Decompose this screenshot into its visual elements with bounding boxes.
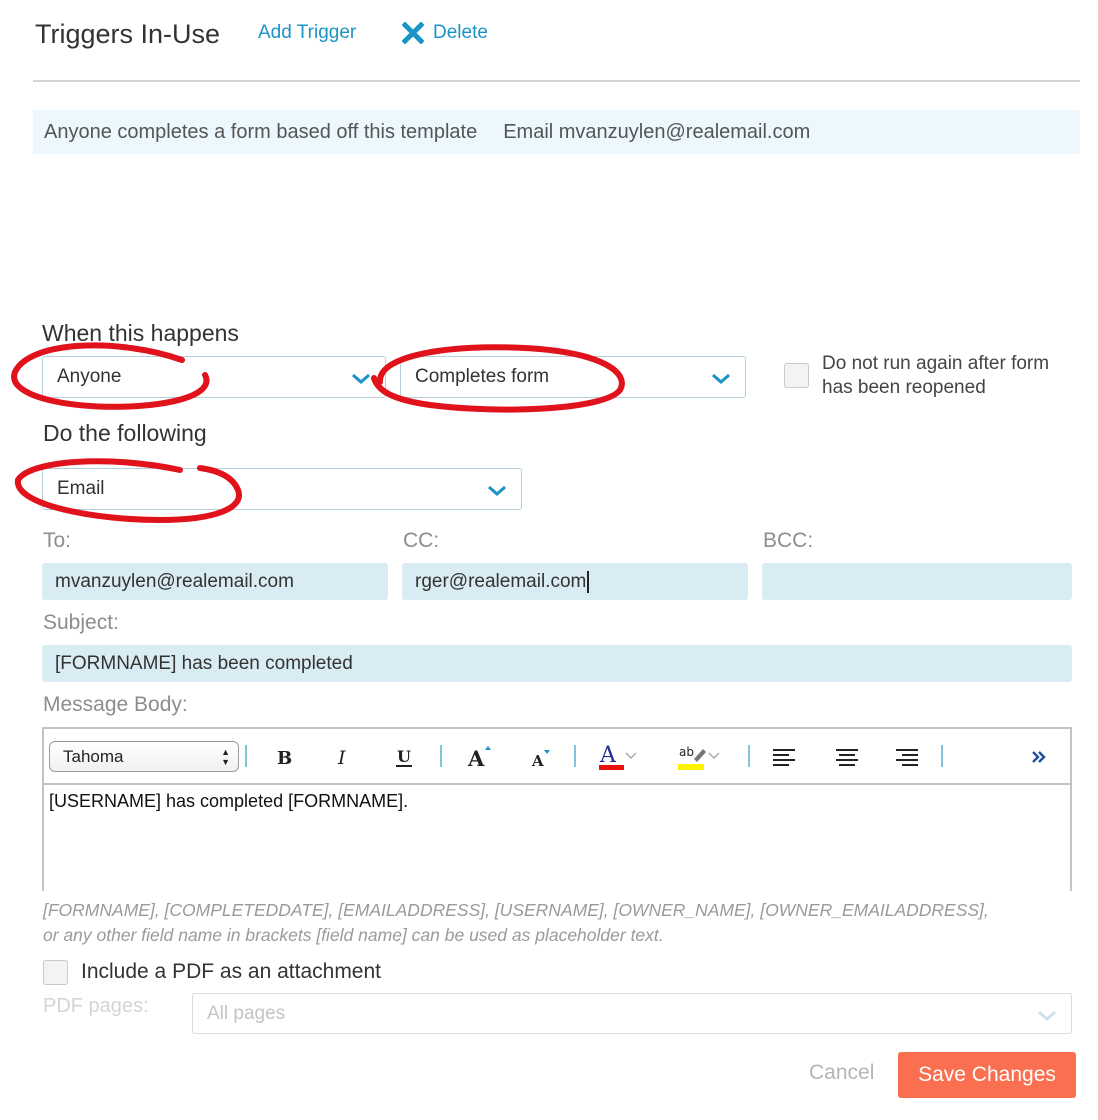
delete-link[interactable]: Delete: [402, 22, 488, 44]
toolbar-separator: [941, 745, 943, 767]
align-right-icon[interactable]: [892, 741, 922, 773]
who-value: Anyone: [57, 366, 122, 387]
svg-text:I: I: [337, 747, 346, 768]
include-pdf-checkbox[interactable]: [43, 960, 68, 985]
editor-toolbar: Tahoma ▲ ▼ B I U A A A ab: [44, 729, 1070, 785]
svg-text:A: A: [467, 746, 485, 770]
toolbar-separator: [245, 745, 247, 767]
trigger-action: Email mvanzuylen@realemail.com: [503, 120, 811, 143]
cc-input[interactable]: rger@realemail.com: [402, 563, 748, 600]
chevron-down-icon: [487, 482, 507, 504]
annotation-overlay: [11, 342, 625, 524]
font-family-select[interactable]: Tahoma ▲ ▼: [49, 741, 239, 772]
more-options-icon[interactable]: [1026, 741, 1052, 773]
add-trigger-label: Add Trigger: [258, 22, 357, 43]
message-body-label: Message Body:: [43, 693, 188, 716]
align-left-icon[interactable]: [769, 741, 799, 773]
updown-arrows-icon: ▲ ▼: [221, 747, 230, 767]
italic-icon[interactable]: I: [329, 741, 359, 773]
event-value: Completes form: [415, 366, 550, 387]
toolbar-separator: [748, 745, 750, 767]
subject-label: Subject:: [43, 611, 119, 634]
svg-text:U: U: [397, 747, 411, 766]
message-editor: Tahoma ▲ ▼ B I U A A A ab [USERNAME] has…: [42, 727, 1072, 891]
highlight-color-icon[interactable]: ab: [676, 741, 726, 773]
svg-text:A: A: [599, 743, 617, 768]
chevron-down-icon: [351, 370, 371, 392]
toolbar-separator: [574, 745, 576, 767]
pdf-pages-label: PDF pages:: [43, 995, 149, 1017]
action-select[interactable]: Email: [42, 468, 522, 510]
save-changes-button[interactable]: Save Changes: [898, 1052, 1076, 1098]
bold-icon[interactable]: B: [269, 741, 299, 773]
svg-text:A: A: [531, 752, 544, 770]
cc-label: CC:: [403, 529, 440, 552]
do-heading: Do the following: [43, 420, 207, 446]
toolbar-separator: [440, 745, 442, 767]
who-select[interactable]: Anyone: [42, 356, 386, 398]
underline-icon[interactable]: U: [389, 741, 419, 773]
placeholder-help-text: [FORMNAME], [COMPLETEDDATE], [EMAILADDRE…: [43, 900, 989, 945]
no-rerun-label: Do not run again after form has been reo…: [822, 353, 1050, 398]
no-rerun-checkbox[interactable]: [784, 363, 809, 388]
include-pdf-label: Include a PDF as an attachment: [81, 960, 381, 983]
svg-text:ab: ab: [679, 745, 694, 759]
chevron-down-icon: [1037, 1007, 1057, 1029]
decrease-font-size-icon[interactable]: A: [525, 741, 555, 773]
font-color-icon[interactable]: A: [597, 741, 643, 773]
to-input[interactable]: mvanzuylen@realemail.com: [42, 563, 388, 600]
svg-text:B: B: [277, 748, 292, 768]
increase-font-size-icon[interactable]: A: [464, 741, 494, 773]
bcc-input[interactable]: [762, 563, 1072, 600]
align-center-icon[interactable]: [832, 741, 862, 773]
editor-body-text[interactable]: [USERNAME] has completed [FORMNAME].: [49, 791, 408, 812]
delete-label: Delete: [433, 22, 488, 43]
trigger-condition: Anyone completes a form based off this t…: [44, 120, 478, 143]
pdf-pages-value: All pages: [207, 1002, 286, 1024]
add-trigger-link[interactable]: Add Trigger: [258, 22, 356, 44]
bcc-label: BCC:: [763, 529, 814, 552]
chevron-down-icon: [711, 370, 731, 392]
when-heading: When this happens: [42, 320, 239, 346]
header-divider: [33, 80, 1080, 82]
trigger-row[interactable]: Anyone completes a form based off this t…: [33, 110, 1080, 154]
pdf-pages-select: All pages: [192, 993, 1072, 1034]
subject-input[interactable]: [FORMNAME] has been completed: [42, 645, 1072, 682]
to-label: To:: [43, 529, 72, 552]
text-caret: [587, 570, 589, 593]
page-title: Triggers In-Use: [35, 19, 221, 49]
cancel-button[interactable]: Cancel: [809, 1061, 874, 1085]
action-value: Email: [57, 478, 105, 499]
event-select[interactable]: Completes form: [400, 356, 746, 398]
close-icon: [402, 22, 424, 44]
